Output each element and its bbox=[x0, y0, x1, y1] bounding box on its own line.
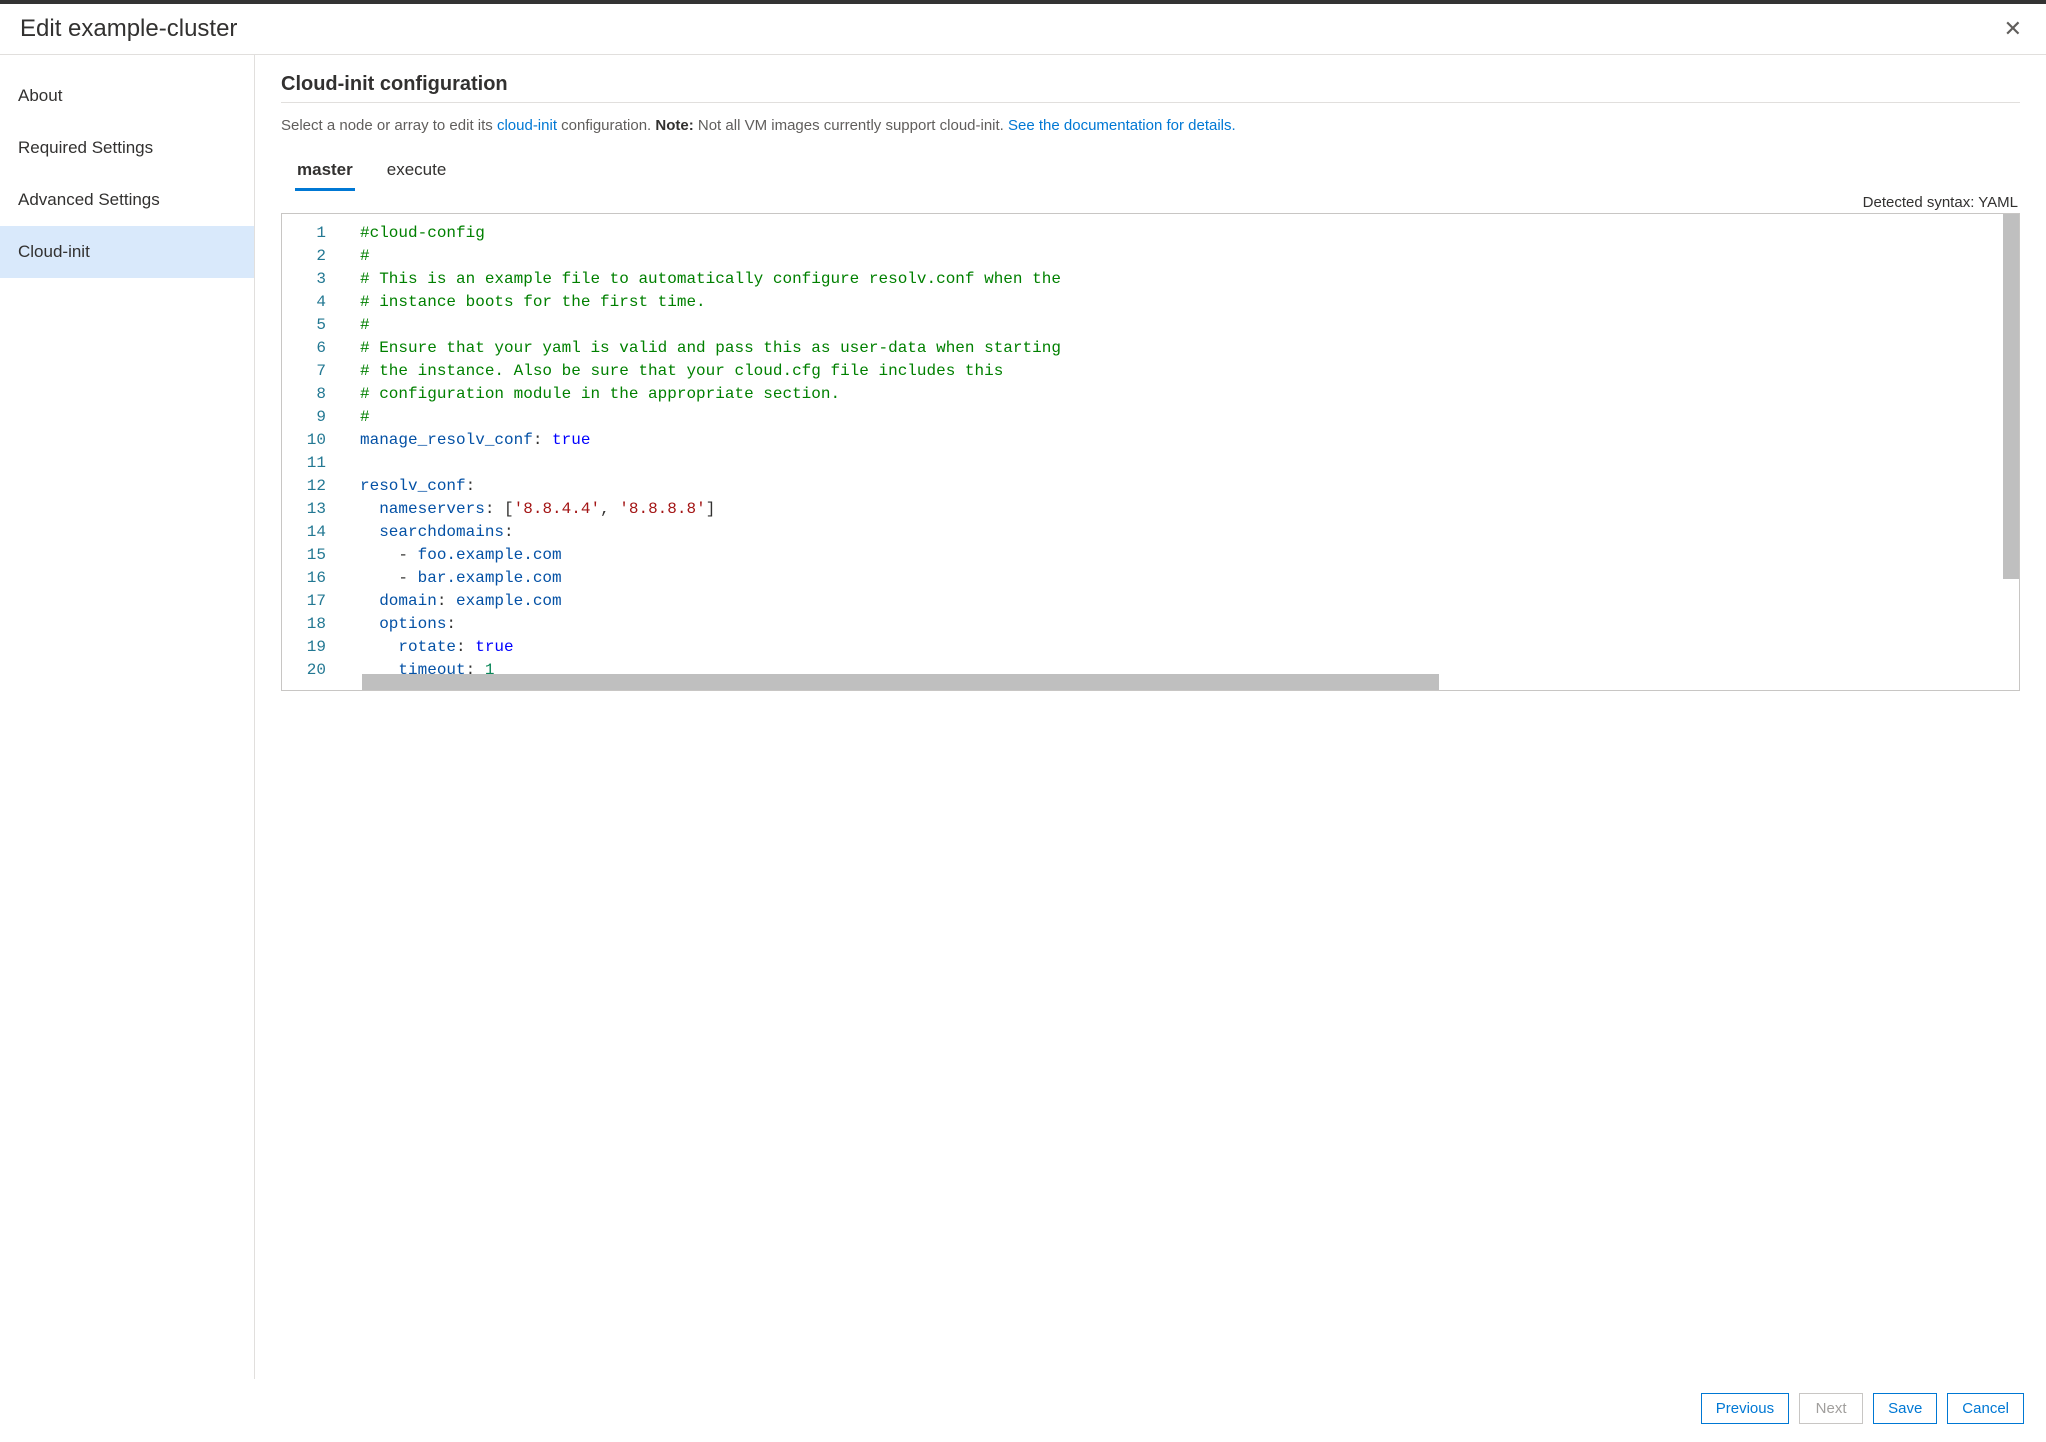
tab-master[interactable]: master bbox=[295, 154, 355, 191]
tab-label: master bbox=[297, 160, 353, 179]
main-panel: Cloud-init configuration Select a node o… bbox=[255, 55, 2046, 1379]
dialog-title: Edit example-cluster bbox=[20, 15, 237, 43]
sidebar: About Required Settings Advanced Setting… bbox=[0, 55, 255, 1379]
subtitle-text: Select a node or array to edit its bbox=[281, 117, 497, 134]
sidebar-item-required-settings[interactable]: Required Settings bbox=[0, 122, 254, 174]
cloud-init-link[interactable]: cloud-init bbox=[497, 117, 557, 134]
horizontal-scrollbar[interactable] bbox=[362, 674, 1439, 690]
tab-label: execute bbox=[387, 160, 447, 179]
editor-gutter: 1234567891011121314151617181920 bbox=[282, 214, 340, 690]
dialog-body: About Required Settings Advanced Setting… bbox=[0, 55, 2046, 1379]
vertical-scrollbar[interactable] bbox=[2003, 214, 2019, 579]
cancel-button[interactable]: Cancel bbox=[1947, 1393, 2024, 1424]
tab-execute[interactable]: execute bbox=[385, 154, 449, 191]
subtitle-text: configuration. bbox=[557, 117, 655, 134]
editor-code[interactable]: #cloud-config## This is an example file … bbox=[340, 214, 2019, 690]
dialog-edit-cluster: Edit example-cluster ✕ About Required Se… bbox=[0, 0, 2046, 1442]
dialog-footer: Previous Next Save Cancel bbox=[0, 1379, 2046, 1442]
section-title: Cloud-init configuration bbox=[281, 73, 2020, 103]
code-editor[interactable]: 1234567891011121314151617181920 #cloud-c… bbox=[281, 213, 2020, 691]
sidebar-item-label: Advanced Settings bbox=[18, 190, 160, 209]
sidebar-item-cloud-init[interactable]: Cloud-init bbox=[0, 226, 254, 278]
syntax-label: Detected syntax: YAML bbox=[1863, 194, 2018, 211]
node-tabs: master execute bbox=[295, 154, 2020, 192]
close-icon[interactable]: ✕ bbox=[2000, 14, 2026, 44]
sidebar-item-label: Cloud-init bbox=[18, 242, 90, 261]
sidebar-item-label: About bbox=[18, 86, 62, 105]
docs-link[interactable]: See the documentation for details. bbox=[1008, 117, 1236, 134]
note-label: Note: bbox=[655, 117, 693, 134]
subtitle-text: Not all VM images currently support clou… bbox=[694, 117, 1008, 134]
section-subtitle: Select a node or array to edit its cloud… bbox=[281, 117, 2020, 134]
syntax-detected: Detected syntax: YAML bbox=[281, 194, 2020, 211]
sidebar-item-label: Required Settings bbox=[18, 138, 153, 157]
sidebar-item-advanced-settings[interactable]: Advanced Settings bbox=[0, 174, 254, 226]
next-button: Next bbox=[1799, 1393, 1863, 1424]
save-button[interactable]: Save bbox=[1873, 1393, 1937, 1424]
previous-button[interactable]: Previous bbox=[1701, 1393, 1789, 1424]
dialog-header: Edit example-cluster ✕ bbox=[0, 4, 2046, 55]
sidebar-item-about[interactable]: About bbox=[0, 70, 254, 122]
